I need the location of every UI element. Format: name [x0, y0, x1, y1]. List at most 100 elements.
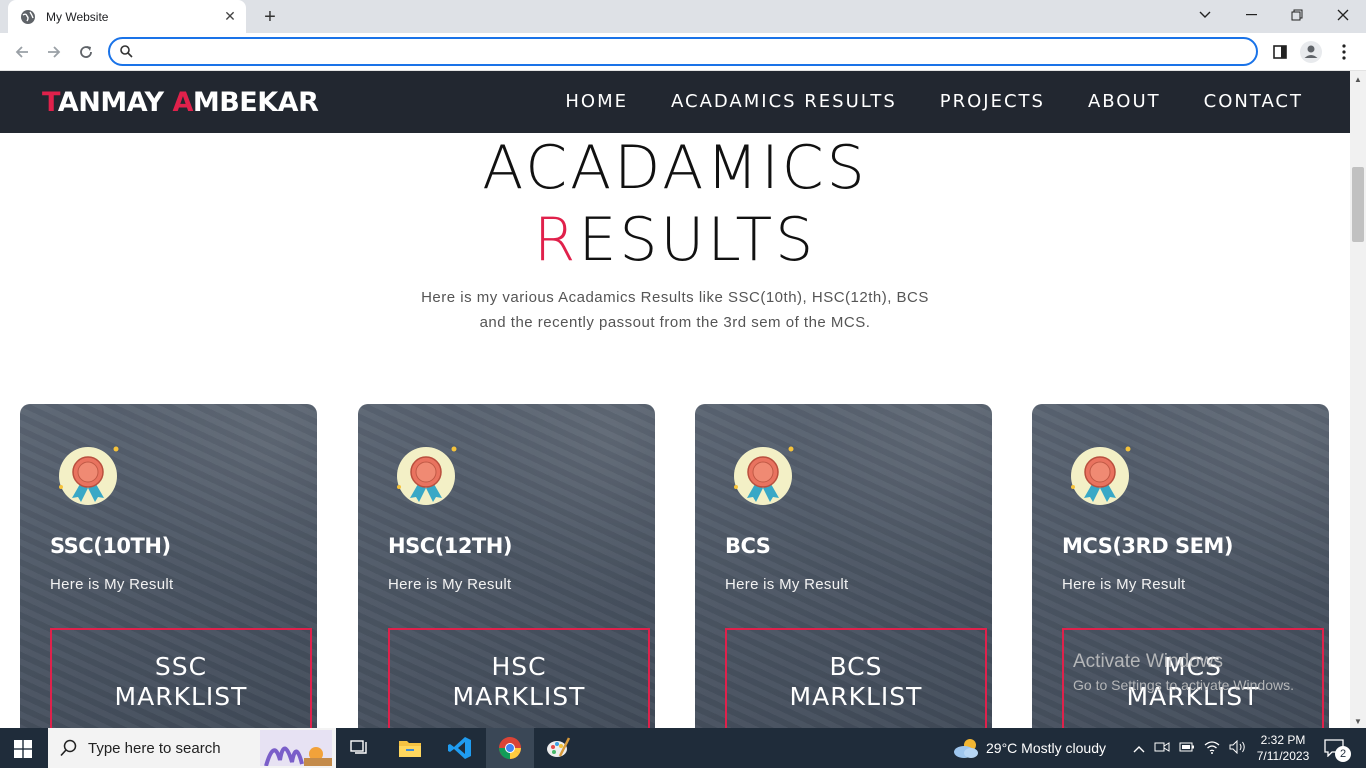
- chrome-icon: [499, 737, 521, 759]
- result-card-hsc: HSC(12TH) Here is My Result HSC MARKLIST: [358, 404, 655, 728]
- section-title-line1: ACADAMICS: [482, 133, 868, 203]
- forward-button[interactable]: [42, 40, 66, 64]
- activate-windows-watermark: Activate Windows Go to Settings to activ…: [1073, 651, 1294, 693]
- result-card-bcs: BCS Here is My Result BCS MARKLIST: [695, 404, 992, 728]
- restore-icon: [1291, 9, 1303, 21]
- card-title: BCS: [725, 534, 771, 558]
- site-logo[interactable]: TANMAY AMBEKAR: [42, 87, 319, 118]
- task-view-button[interactable]: [347, 736, 373, 760]
- award-badge-icon: [734, 446, 794, 505]
- search-placeholder: Type here to search: [88, 739, 221, 757]
- folder-icon: [399, 741, 421, 757]
- scroll-up-icon[interactable]: ▲: [1354, 75, 1362, 84]
- close-icon: [1337, 9, 1349, 21]
- meet-now-icon[interactable]: [1154, 740, 1170, 757]
- page-scrollbar[interactable]: ▲ ▼: [1350, 71, 1366, 728]
- card-subtitle: Here is My Result: [1062, 576, 1186, 593]
- title-initial: R: [533, 205, 579, 275]
- back-button[interactable]: [10, 40, 34, 64]
- taskbar-clock[interactable]: 2:32 PM 7/11/2023: [1248, 732, 1318, 764]
- chevron-up-icon[interactable]: [1133, 740, 1145, 756]
- bcs-marklist-button[interactable]: BCS MARKLIST: [725, 628, 987, 728]
- tab-search-button[interactable]: [1182, 0, 1228, 30]
- reload-icon: [80, 46, 92, 58]
- nav-about[interactable]: ABOUT: [1088, 91, 1161, 112]
- taskbar-search-box[interactable]: Type here to search: [48, 728, 336, 768]
- paint-palette-icon: [547, 737, 570, 757]
- site-header: TANMAY AMBEKAR HOME ACADAMICS RESULTS PR…: [0, 71, 1350, 133]
- profile-button[interactable]: [1299, 40, 1323, 64]
- browser-tab-strip: My Website ✕ +: [0, 0, 1366, 33]
- nav-acadamics-results[interactable]: ACADAMICS RESULTS: [671, 91, 897, 112]
- scrollbar-thumb[interactable]: [1352, 167, 1364, 242]
- nav-contact[interactable]: CONTACT: [1204, 91, 1303, 112]
- card-subtitle: Here is My Result: [50, 576, 174, 593]
- card-title: MCS(3RD SEM): [1062, 534, 1233, 558]
- main-nav: HOME ACADAMICS RESULTS PROJECTS ABOUT CO…: [565, 91, 1303, 112]
- system-tray: [1133, 728, 1247, 768]
- button-line-1: SSC: [154, 652, 208, 681]
- card-subtitle: Here is My Result: [388, 576, 512, 593]
- arrow-left-icon: [15, 46, 28, 58]
- section-title-line2: RESULTS: [0, 205, 1350, 275]
- vscode-icon: [448, 737, 471, 759]
- scroll-down-icon[interactable]: ▼: [1354, 717, 1362, 726]
- ssc-marklist-button[interactable]: SSC MARKLIST: [50, 628, 312, 728]
- watermark-subtitle: Go to Settings to activate Windows.: [1073, 677, 1294, 693]
- battery-icon[interactable]: [1179, 740, 1195, 756]
- globe-icon: [21, 9, 35, 24]
- side-panel-icon: [1273, 45, 1287, 59]
- button-line-1: HSC: [491, 652, 547, 681]
- search-highlight-icon: [260, 730, 332, 766]
- notification-center-button[interactable]: 2: [1324, 728, 1351, 768]
- tab-title: My Website: [46, 9, 109, 24]
- button-line-2: MARKLIST: [114, 682, 248, 711]
- wifi-icon[interactable]: [1204, 740, 1220, 757]
- arrow-right-icon: [48, 46, 61, 58]
- windows-start-icon[interactable]: [14, 740, 32, 758]
- clock-date: 7/11/2023: [1256, 749, 1310, 763]
- vscode-button[interactable]: [447, 736, 473, 760]
- side-panel-button[interactable]: [1268, 40, 1292, 64]
- browser-toolbar: [0, 33, 1366, 71]
- button-line-2: MARKLIST: [452, 682, 586, 711]
- restore-button[interactable]: [1274, 0, 1320, 30]
- close-tab-icon[interactable]: ✕: [222, 8, 238, 25]
- weather-widget[interactable]: 29°C Mostly cloudy: [952, 728, 1106, 768]
- nav-home[interactable]: HOME: [565, 91, 628, 112]
- award-badge-icon: [1071, 446, 1131, 505]
- logo-last-rest: MBEKAR: [192, 87, 319, 118]
- logo-first-rest: ANMAY: [57, 87, 173, 118]
- browser-menu-button[interactable]: [1332, 40, 1356, 64]
- section-intro: Here is my various Acadamics Results lik…: [395, 285, 955, 335]
- nav-projects[interactable]: PROJECTS: [940, 91, 1045, 112]
- minimize-icon: [1245, 14, 1257, 16]
- intro-line-1: Here is my various Acadamics Results lik…: [421, 289, 929, 306]
- watermark-title: Activate Windows: [1073, 651, 1223, 672]
- file-explorer-button[interactable]: [397, 736, 423, 760]
- cloudy-weather-icon: [954, 739, 978, 758]
- button-line-1: BCS: [829, 652, 883, 681]
- chrome-button[interactable]: [486, 728, 534, 768]
- logo-first-initial: T: [42, 87, 58, 118]
- minimize-button[interactable]: [1228, 0, 1274, 30]
- new-tab-button[interactable]: +: [258, 6, 282, 28]
- address-input[interactable]: [141, 43, 1256, 60]
- result-card-ssc: SSC(10TH) Here is My Result SSC MARKLIST: [20, 404, 317, 728]
- task-view-icon: [350, 740, 367, 754]
- browser-tab[interactable]: My Website ✕: [8, 0, 246, 33]
- paint-app-button[interactable]: [545, 736, 571, 760]
- hsc-marklist-button[interactable]: HSC MARKLIST: [388, 628, 650, 728]
- volume-icon[interactable]: [1229, 739, 1247, 757]
- weather-text: 29°C Mostly cloudy: [986, 740, 1106, 756]
- address-bar[interactable]: [108, 37, 1258, 66]
- results-section: ACADAMICS RESULTS Here is my various Aca…: [0, 133, 1350, 728]
- logo-last-initial: A: [172, 87, 193, 118]
- profile-icon: [1300, 41, 1322, 63]
- button-line-2: MARKLIST: [789, 682, 923, 711]
- kebab-menu-icon: [1342, 44, 1346, 60]
- card-title: HSC(12TH): [388, 534, 512, 558]
- reload-button[interactable]: [74, 40, 98, 64]
- notification-badge: 2: [1335, 746, 1351, 762]
- close-window-button[interactable]: [1320, 0, 1366, 30]
